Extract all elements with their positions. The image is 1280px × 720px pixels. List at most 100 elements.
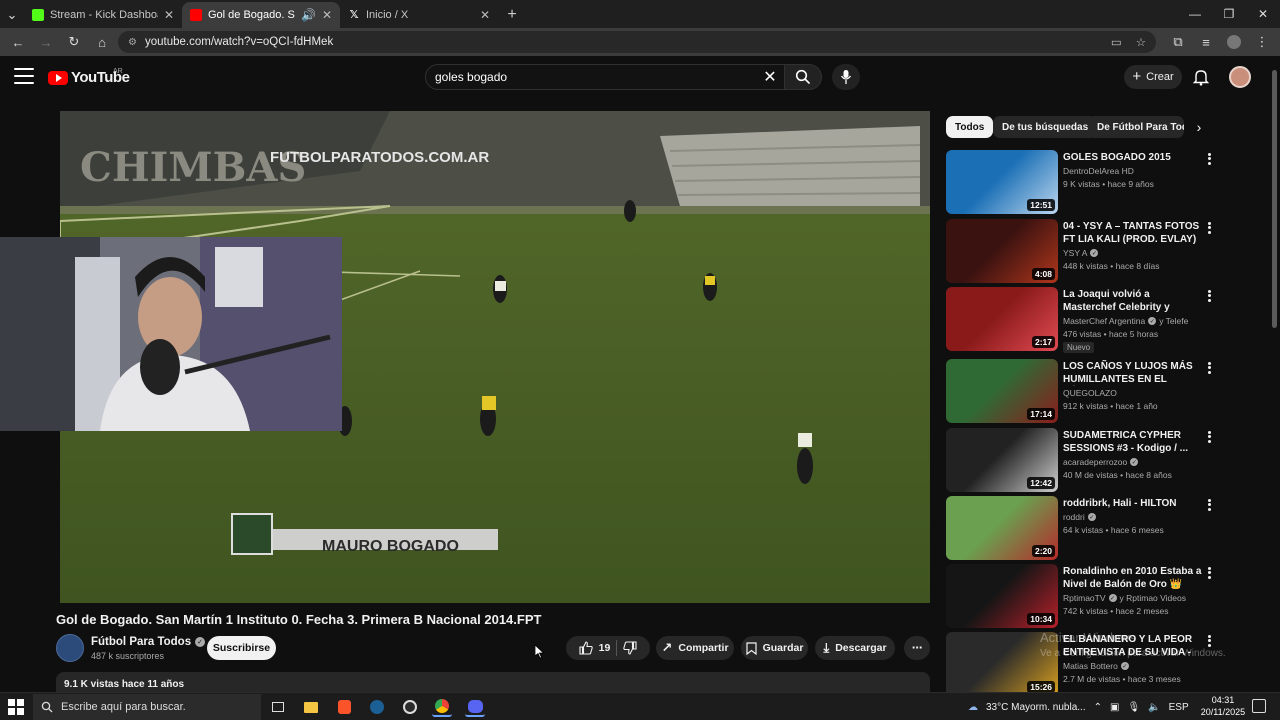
chevron-right-icon[interactable]: › xyxy=(1190,118,1208,136)
video-thumbnail[interactable]: 12:42 xyxy=(946,428,1058,492)
network-icon[interactable]: ▣ xyxy=(1110,702,1119,713)
more-vertical-icon[interactable] xyxy=(1204,634,1214,648)
save-button[interactable]: Guardar xyxy=(741,636,808,660)
recommended-title[interactable]: La Joaqui volvió a Masterchef Celebrity … xyxy=(1063,288,1203,314)
voice-search-button[interactable] xyxy=(832,64,860,90)
tab-search-icon[interactable]: ⌄ xyxy=(0,2,24,28)
more-vertical-icon[interactable] xyxy=(1204,430,1214,444)
scrollbar-thumb[interactable] xyxy=(1272,70,1277,328)
recommended-channel[interactable]: acaradeperrozoo ✓ xyxy=(1063,457,1139,467)
extensions-icon[interactable]: ⧉ xyxy=(1166,30,1190,54)
recommended-title[interactable]: Ronaldinho en 2010 Estaba a Nivel de Bal… xyxy=(1063,565,1203,591)
more-vertical-icon[interactable] xyxy=(1204,361,1214,375)
weather-icon[interactable]: ☁ xyxy=(968,702,978,713)
steam-icon[interactable] xyxy=(367,697,387,717)
home-icon[interactable]: ⌂ xyxy=(90,30,114,54)
more-vertical-icon[interactable] xyxy=(1204,498,1214,512)
recommended-video[interactable]: 2:20 roddribrk, Hali - HILTON roddri ✓ 6… xyxy=(946,496,1236,560)
recommended-title[interactable]: LOS CAÑOS Y LUJOS MÁS HUMILLANTES EN EL … xyxy=(1063,360,1203,386)
menu-icon[interactable] xyxy=(14,68,34,84)
recommended-channel[interactable]: QUEGOLAZO xyxy=(1063,388,1117,398)
recommended-channel[interactable]: RptimaoTV ✓ y Rptimao Videos xyxy=(1063,593,1186,603)
cast-icon[interactable]: ▭ xyxy=(1111,35,1122,49)
discord-icon[interactable] xyxy=(465,697,485,717)
back-icon[interactable]: ← xyxy=(6,30,30,54)
recommended-title[interactable]: GOLES BOGADO 2015 xyxy=(1063,151,1203,164)
recommended-channel[interactable]: Matias Bottero ✓ xyxy=(1063,661,1129,671)
video-thumbnail[interactable]: 17:14 xyxy=(946,359,1058,423)
language-indicator[interactable]: ESP xyxy=(1169,702,1189,713)
browser-tab-kick[interactable]: Stream - Kick Dashboard ✕ xyxy=(24,2,182,28)
recommended-title[interactable]: roddribrk, Hali - HILTON xyxy=(1063,497,1203,510)
microphone-tray-icon[interactable]: 🎙 xyxy=(1127,702,1140,713)
bookmark-star-icon[interactable]: ☆ xyxy=(1136,35,1146,49)
forward-icon[interactable]: → xyxy=(34,30,58,54)
notification-center-icon[interactable] xyxy=(1252,699,1266,713)
system-clock[interactable]: 04:31 20/11/2025 xyxy=(1198,694,1248,718)
recommended-channel[interactable]: DentroDelArea HD xyxy=(1063,166,1134,176)
dislike-button[interactable] xyxy=(623,641,637,655)
chip-todos[interactable]: Todos xyxy=(946,116,994,138)
recommended-video[interactable]: 10:34 Ronaldinho en 2010 Estaba a Nivel … xyxy=(946,564,1236,628)
recommended-video[interactable]: 12:51 GOLES BOGADO 2015 DentroDelArea HD… xyxy=(946,150,1236,214)
file-explorer-icon[interactable] xyxy=(301,697,321,717)
recommended-video[interactable]: 12:42 SUDAMETRICA CYPHER SESSIONS #3 - K… xyxy=(946,428,1236,492)
tray-chevron-icon[interactable]: ⌃ xyxy=(1094,702,1102,713)
chrome-menu-icon[interactable]: ⋮ xyxy=(1250,30,1274,54)
volume-icon[interactable]: 🔈 xyxy=(1148,702,1160,713)
clear-search-icon[interactable]: ✕ xyxy=(760,67,780,87)
close-tab-icon[interactable]: ✕ xyxy=(480,8,490,22)
video-thumbnail[interactable]: 12:51 xyxy=(946,150,1058,214)
chrome-icon[interactable] xyxy=(432,697,452,717)
minimize-icon[interactable]: — xyxy=(1178,0,1212,28)
browser-tab-x[interactable]: 𝕏 Inicio / X ✕ xyxy=(340,2,498,28)
close-window-icon[interactable]: ✕ xyxy=(1246,0,1280,28)
share-button[interactable]: ↗ Compartir xyxy=(656,636,734,660)
search-input[interactable]: goles bogado xyxy=(425,64,785,90)
close-tab-icon[interactable]: ✕ xyxy=(164,8,174,22)
more-vertical-icon[interactable] xyxy=(1204,221,1214,235)
site-info-icon[interactable]: ⚙ xyxy=(128,37,137,48)
recommended-title[interactable]: 04 - YSY A – TANTAS FOTOS FT LIA KALI (P… xyxy=(1063,220,1203,246)
reload-icon[interactable]: ↻ xyxy=(62,30,86,54)
task-view-icon[interactable] xyxy=(268,697,288,717)
recommended-video[interactable]: 2:17 La Joaqui volvió a Masterchef Celeb… xyxy=(946,287,1236,353)
profile-icon[interactable] xyxy=(1222,30,1246,54)
search-button[interactable] xyxy=(784,64,822,90)
avatar[interactable] xyxy=(1229,66,1251,88)
channel-name[interactable]: Fútbol Para Todos ✓ xyxy=(91,636,206,648)
notifications-button[interactable] xyxy=(1190,66,1212,88)
weather-text[interactable]: 33°C Mayorm. nubla... xyxy=(986,702,1086,713)
more-vertical-icon[interactable] xyxy=(1204,152,1214,166)
recommended-channel[interactable]: YSY A ✓ xyxy=(1063,248,1099,258)
media-controls-icon[interactable]: ≡ xyxy=(1194,30,1218,54)
more-actions-button[interactable]: ⋯ xyxy=(904,636,930,660)
chip-de-futbol-para-todos[interactable]: De Fútbol Para Todos xyxy=(1088,116,1184,138)
video-thumbnail[interactable]: 2:20 xyxy=(946,496,1058,560)
browser-tab-youtube[interactable]: Gol de Bogado. San Martín 🔊 ✕ xyxy=(182,2,340,28)
obs-icon[interactable] xyxy=(400,697,420,717)
chip-de-tus-busquedas[interactable]: De tus búsquedas xyxy=(993,116,1098,138)
recommended-title[interactable]: SUDAMETRICA CYPHER SESSIONS #3 - Kodigo … xyxy=(1063,429,1203,455)
address-bar[interactable]: ⚙ youtube.com/watch?v=oQCI-fdHMek ▭ ☆ xyxy=(118,31,1156,53)
taskbar-search[interactable]: Escribe aquí para buscar. xyxy=(33,694,261,720)
speaker-icon[interactable]: 🔊 xyxy=(301,8,316,22)
subscribe-button[interactable]: Suscribirse xyxy=(207,636,276,660)
download-button[interactable]: ⤓ Descargar xyxy=(815,636,895,660)
video-thumbnail[interactable]: 2:17 xyxy=(946,287,1058,351)
recommended-channel[interactable]: MasterChef Argentina ✓ y Telefe xyxy=(1063,316,1188,326)
recommended-channel[interactable]: roddri ✓ xyxy=(1063,512,1096,522)
restore-icon[interactable]: ❐ xyxy=(1212,0,1246,28)
new-tab-button[interactable]: + xyxy=(498,2,526,28)
channel-avatar[interactable] xyxy=(56,634,84,662)
windows-start-icon[interactable] xyxy=(8,699,24,715)
create-button[interactable]: + Crear xyxy=(1124,65,1182,89)
video-thumbnail[interactable]: 10:34 xyxy=(946,564,1058,628)
video-thumbnail[interactable]: 4:08 xyxy=(946,219,1058,283)
recommended-video[interactable]: 4:08 04 - YSY A – TANTAS FOTOS FT LIA KA… xyxy=(946,219,1236,283)
recommended-video[interactable]: 17:14 LOS CAÑOS Y LUJOS MÁS HUMILLANTES … xyxy=(946,359,1236,423)
more-vertical-icon[interactable] xyxy=(1204,289,1214,303)
more-vertical-icon[interactable] xyxy=(1204,566,1214,580)
brave-browser-icon[interactable] xyxy=(334,697,354,717)
like-button[interactable]: 19 xyxy=(579,641,610,655)
